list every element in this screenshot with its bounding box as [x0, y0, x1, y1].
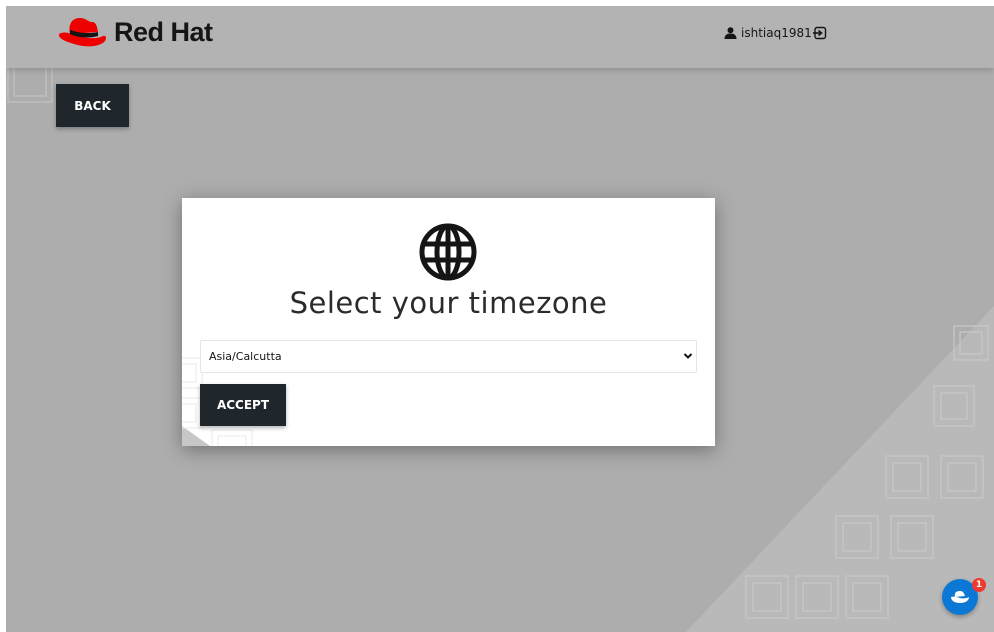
logout-button[interactable] [813, 26, 827, 45]
timezone-select[interactable]: Asia/Calcutta [200, 340, 697, 373]
chevron-down-icon [683, 353, 693, 359]
back-button[interactable]: BACK [56, 84, 129, 127]
timezone-selected-value: Asia/Calcutta [209, 350, 282, 363]
user-menu[interactable]: ishtiaq1981 [724, 26, 812, 40]
timezone-dialog: Select your timezone Asia/Calcutta ACCEP… [182, 198, 715, 446]
brand-name: Red Hat [114, 16, 213, 47]
globe-icon [419, 223, 477, 281]
username-label: ishtiaq1981 [741, 26, 812, 40]
accept-button[interactable]: ACCEPT [200, 384, 286, 426]
sign-out-icon [813, 26, 827, 40]
brand-logo[interactable]: Red Hat [56, 12, 213, 52]
top-navigation-bar: Red Hat ishtiaq1981 [6, 6, 994, 68]
red-hat-fedora-icon [58, 18, 107, 47]
notification-badge: 1 [972, 578, 986, 592]
red-hat-chat-icon [951, 591, 969, 603]
user-icon [724, 27, 737, 39]
page-background: Red Hat ishtiaq1981 BACK Select your tim… [6, 6, 994, 632]
dialog-title: Select your timezone [289, 286, 608, 320]
